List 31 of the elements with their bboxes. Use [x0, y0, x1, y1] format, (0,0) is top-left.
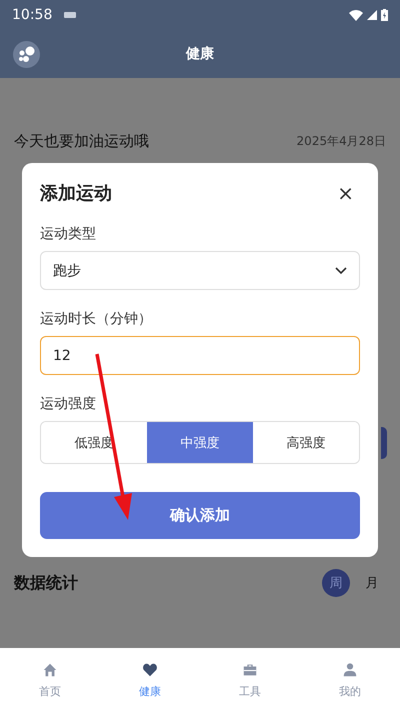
stats-title: 数据统计 — [14, 572, 79, 594]
signal-icon — [367, 10, 377, 20]
close-button[interactable]: × — [331, 181, 360, 205]
duration-input-field[interactable]: 12 — [40, 336, 360, 375]
intensity-option[interactable]: 中强度 — [147, 422, 253, 463]
nav-tab[interactable]: 我的 — [300, 648, 400, 712]
page-title: 健康 — [186, 45, 214, 63]
date-text: 2025年4月28日 — [296, 133, 386, 150]
nav-tab[interactable]: 健康 — [100, 648, 200, 712]
keyboard-icon — [64, 12, 76, 18]
dialog-title: 添加运动 — [40, 182, 112, 205]
nav-tab[interactable]: 首页 — [0, 648, 100, 712]
wifi-icon — [349, 10, 363, 20]
period-tab[interactable]: 月 — [358, 569, 386, 597]
chevron-down-icon — [335, 266, 347, 274]
add-button[interactable] — [381, 427, 387, 459]
field-label: 运动类型 — [40, 225, 97, 243]
period-tab[interactable]: 周 — [322, 569, 350, 597]
person-icon — [342, 662, 358, 678]
nav-tab[interactable]: 工具 — [200, 648, 300, 712]
bubbles-logo-icon[interactable] — [13, 41, 40, 68]
home-icon — [42, 662, 58, 678]
status-time: 10:58 — [12, 7, 52, 23]
confirm-button[interactable]: 确认添加 — [40, 492, 360, 539]
field-label: 运动强度 — [40, 395, 97, 413]
greeting-text: 今天也要加油运动哦 — [14, 132, 149, 151]
toolbox-icon — [242, 662, 258, 678]
type-dropdown[interactable]: 跑步 — [40, 251, 360, 290]
field-label: 运动时长（分钟） — [40, 310, 153, 328]
battery-icon — [381, 9, 388, 21]
heart-icon — [142, 662, 158, 678]
